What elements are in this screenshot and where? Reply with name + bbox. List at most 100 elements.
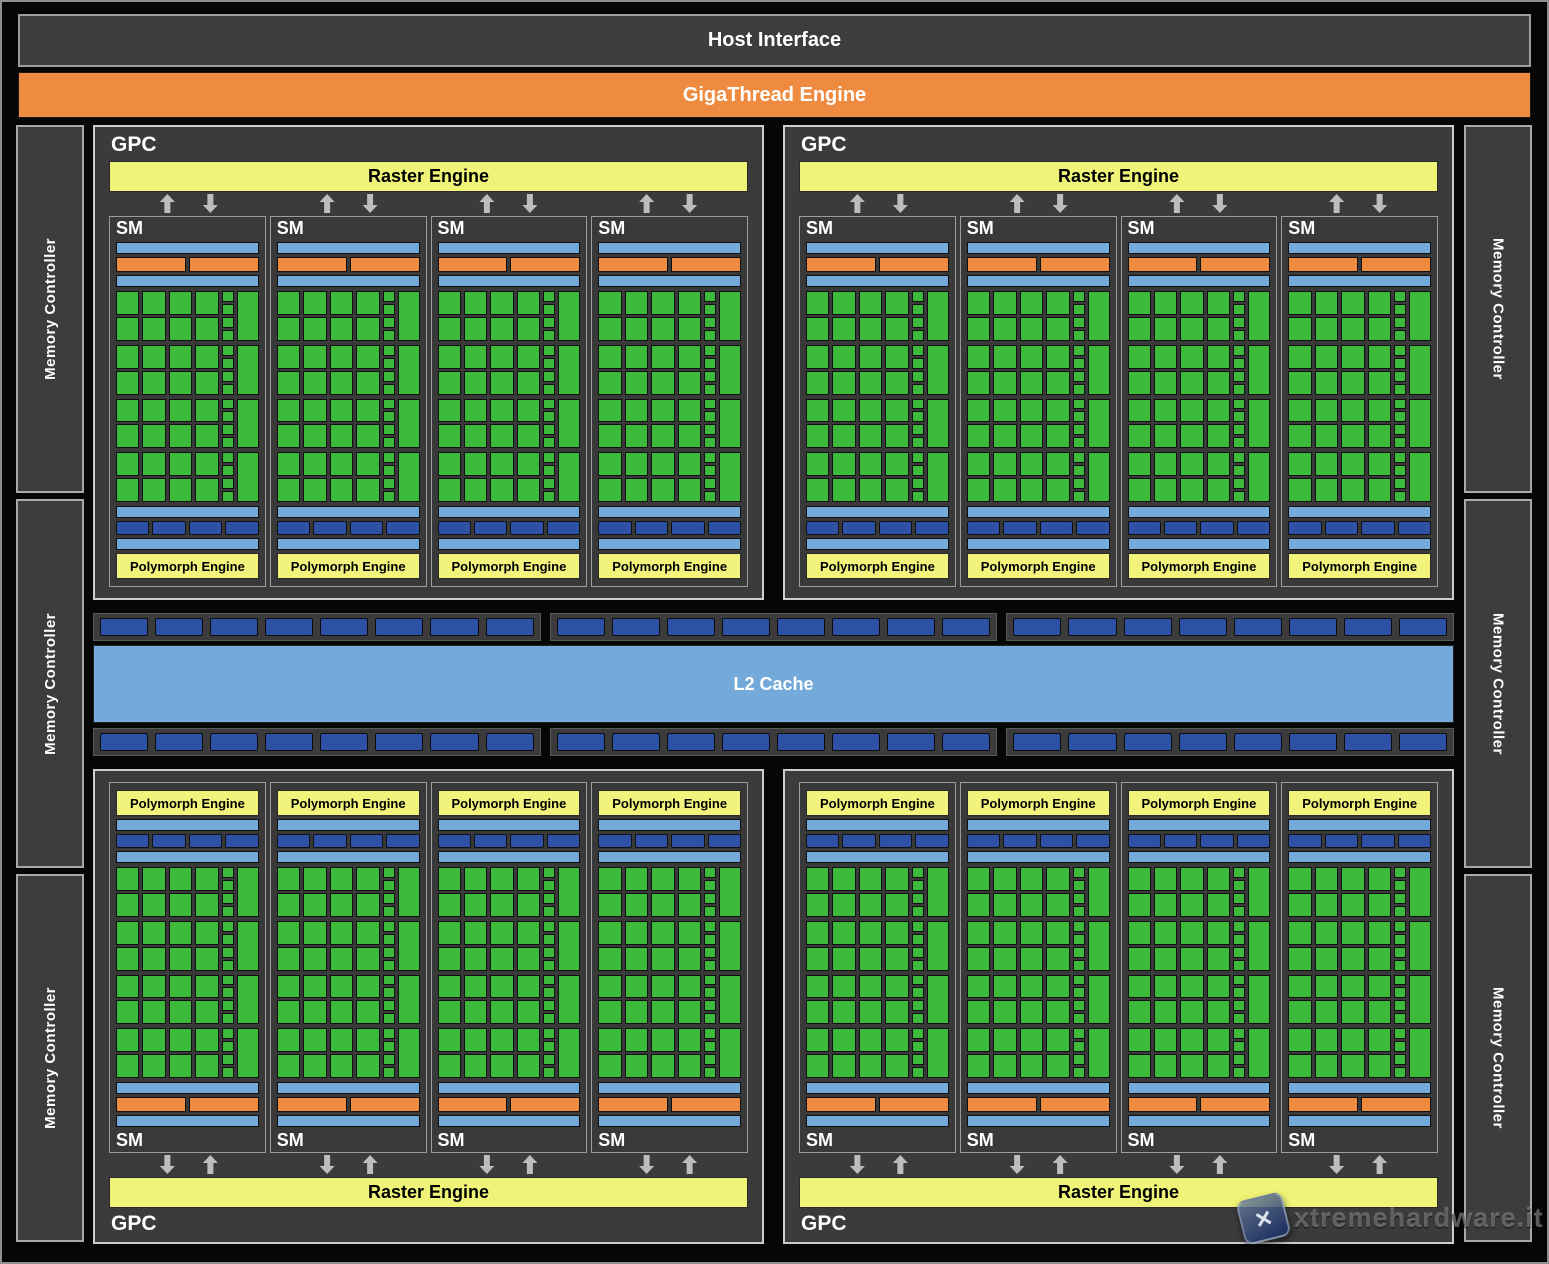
texture-unit-cell: [116, 521, 150, 535]
core-block: [1288, 867, 1431, 917]
ldst-cell: [1072, 465, 1085, 477]
warp-scheduler-row: [116, 257, 259, 272]
core-cell: [677, 398, 701, 423]
core-cell: [1153, 892, 1178, 917]
core-cell: [966, 316, 991, 341]
core-cell: [1153, 920, 1178, 945]
core-cell: [598, 291, 622, 315]
crossbar-cell-row-bottom: [93, 728, 1455, 756]
ldst-cell: [382, 1028, 395, 1040]
core-block: [437, 398, 581, 449]
core-cell: [168, 344, 193, 369]
core-cell: [1206, 892, 1231, 917]
sfu-cell: [1087, 974, 1110, 1025]
ldst-cell: [704, 465, 716, 477]
sfu-cell: [1248, 398, 1271, 449]
core-block: [806, 452, 949, 502]
texture-bar: [116, 506, 259, 518]
core-cell: [885, 398, 909, 423]
sm-label: SM: [276, 1130, 304, 1150]
texture-unit-row: [1127, 834, 1271, 848]
core-cell: [1288, 398, 1312, 423]
texture-unit-cell: [1236, 521, 1271, 535]
core-cell: [1206, 1028, 1231, 1053]
core-cell: [966, 974, 991, 999]
crossbar-cell: [1398, 733, 1447, 751]
cache-bar: [276, 819, 420, 831]
ldst-cell: [1233, 867, 1246, 878]
ldst-cell: [221, 491, 234, 502]
cache-bar: [806, 538, 949, 550]
core-cell: [858, 478, 883, 502]
ldst-cell: [221, 920, 234, 932]
core-block: [966, 398, 1110, 449]
ldst-cell: [221, 879, 234, 891]
sm-block: SM Polymorph Engine: [109, 782, 266, 1153]
core-cell: [1127, 974, 1151, 999]
core-cell: [516, 424, 541, 449]
core-cell: [1019, 1000, 1044, 1025]
ldst-cell: [1072, 316, 1085, 328]
core-cell: [463, 424, 488, 449]
core-cell: [276, 398, 301, 423]
core-cell: [598, 1028, 622, 1053]
sfu-cell: [926, 920, 949, 971]
watermark-text: xtremehardware.it: [1294, 1203, 1544, 1233]
texture-unit-cell: [1200, 834, 1234, 848]
ldst-cell: [1233, 974, 1246, 986]
texture-unit-cell: [842, 834, 876, 848]
ldst-cell: [221, 465, 234, 477]
core-cell: [356, 291, 380, 315]
arrow-pair: [429, 194, 589, 214]
core-cell: [806, 1054, 830, 1078]
sfu-cell: [1248, 344, 1271, 395]
core-cell: [885, 920, 909, 945]
core-cell: [1153, 398, 1178, 423]
arrow-pair: [1119, 1155, 1279, 1175]
core-cell: [624, 452, 649, 477]
gigathread-engine-bar: GigaThread Engine: [18, 72, 1531, 118]
ldst-cell: [382, 920, 395, 932]
dispatch-bar: [1288, 275, 1431, 287]
core-cell: [516, 892, 541, 917]
core-block: [1288, 974, 1431, 1025]
ldst-cell: [911, 329, 924, 341]
sfu-cell: [1248, 974, 1271, 1025]
core-cell: [437, 946, 461, 971]
ldst-cell: [1072, 987, 1085, 999]
core-block: [276, 1028, 420, 1078]
gpc-block: GPC Raster Engine SM Polymorph Engine SM Poly…: [783, 769, 1454, 1244]
memory-controller-label: Memory Controller: [1489, 986, 1507, 1129]
sfu-cell: [1248, 291, 1271, 341]
core-cell: [1288, 1054, 1312, 1078]
core-cell: [1367, 370, 1391, 395]
core-cell: [677, 1000, 701, 1025]
gpu-block-diagram: Host Interface GigaThread Engine Memory …: [0, 0, 1549, 1264]
watermark: × xtremehardware.it: [1235, 1190, 1544, 1247]
core-cell: [651, 398, 675, 423]
polymorph-engine: Polymorph Engine: [116, 553, 259, 579]
memory-controller-label: Memory Controller: [1489, 612, 1507, 755]
core-cell: [624, 1000, 649, 1025]
core-cell: [490, 946, 514, 971]
sm-block: SM Polymorph Engine: [591, 782, 748, 1153]
ldst-cell: [1394, 329, 1406, 341]
core-cell: [885, 892, 909, 917]
core-cell: [303, 424, 327, 449]
core-cell: [1206, 920, 1231, 945]
sm-label: SM: [1127, 218, 1155, 238]
core-cell: [490, 974, 514, 999]
ldst-cell: [911, 905, 924, 917]
ldst-cell: [704, 411, 716, 423]
core-cell: [1153, 316, 1178, 341]
sfu-cell: [1087, 291, 1110, 341]
texture-unit-cell: [546, 834, 581, 848]
core-cell: [329, 1028, 354, 1053]
core-block: [1288, 452, 1431, 502]
arrow-down-icon: [682, 194, 698, 213]
core-cell: [329, 344, 354, 369]
core-cell: [490, 424, 514, 449]
core-cell: [993, 1054, 1017, 1078]
core-cell: [195, 452, 219, 477]
core-grid: [966, 867, 1110, 1078]
